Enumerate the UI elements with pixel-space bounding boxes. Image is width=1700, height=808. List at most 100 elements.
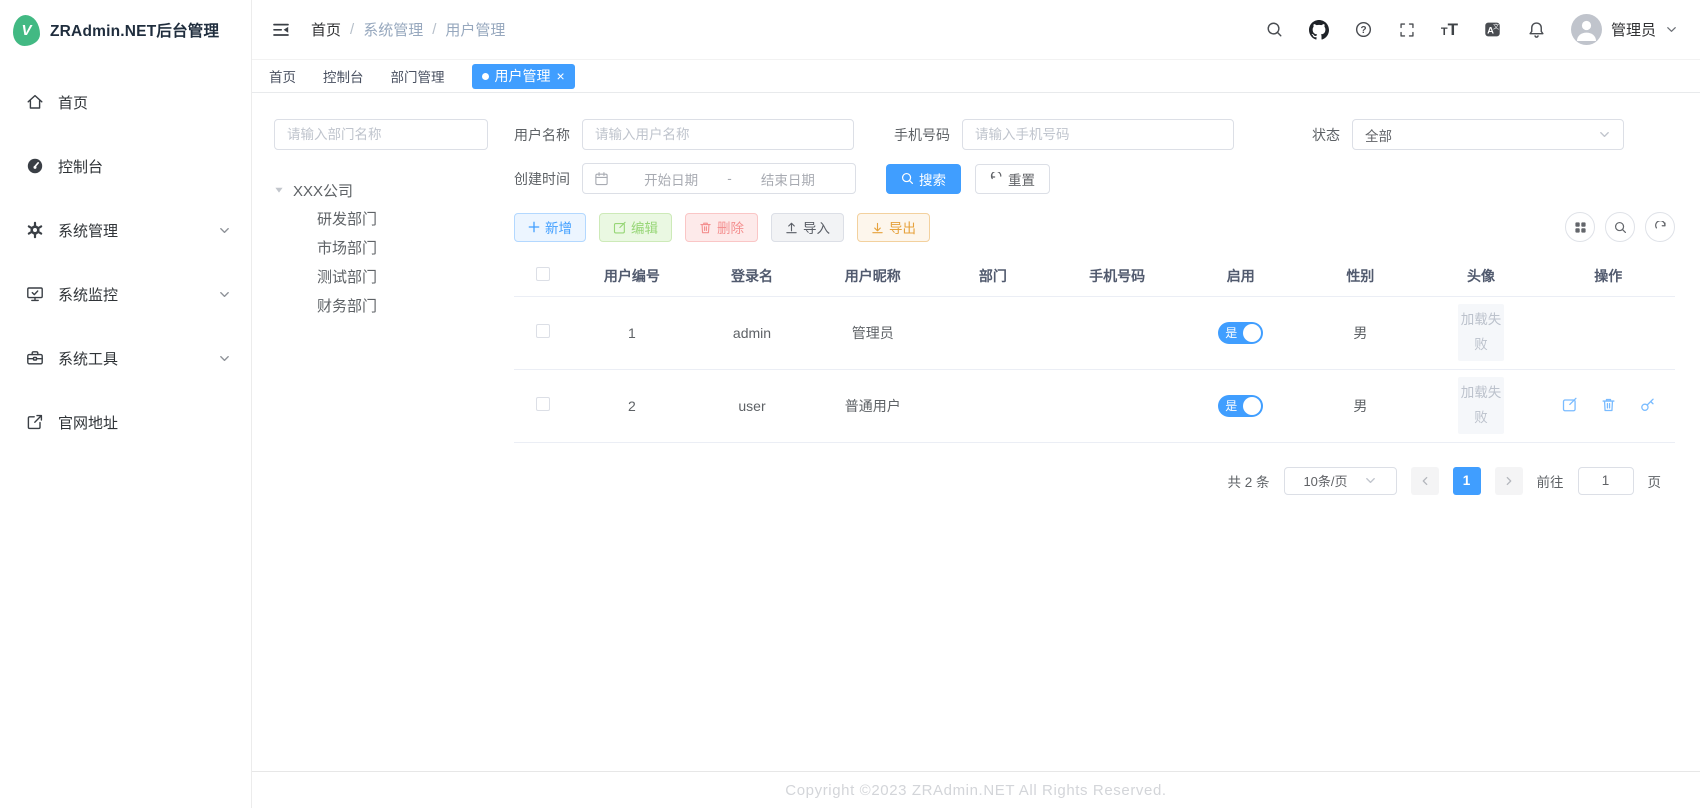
sidebar-item-home[interactable]: 首页 — [0, 70, 251, 134]
refresh-icon[interactable] — [1645, 212, 1675, 242]
breadcrumb-section[interactable]: 系统管理 — [363, 19, 423, 40]
table-header-row: 用户编号 登录名 用户昵称 部门 手机号码 启用 性别 头像 操作 — [514, 256, 1675, 296]
enabled-toggle[interactable]: 是 — [1218, 395, 1263, 417]
phone-filter-label: 手机号码 — [894, 125, 950, 145]
monitor-icon — [25, 284, 45, 304]
cell-nickname: 管理员 — [812, 296, 933, 369]
page-size-value: 10条/页 — [1303, 471, 1347, 490]
column-header: 操作 — [1541, 256, 1675, 296]
tab-bar: 首页 控制台 部门管理 用户管理 × — [252, 60, 1700, 93]
table-settings-group — [1565, 212, 1675, 242]
close-icon[interactable]: × — [557, 69, 565, 83]
enabled-toggle[interactable]: 是 — [1218, 322, 1263, 344]
user-table: 用户编号 登录名 用户昵称 部门 手机号码 启用 性别 头像 操作 1 — [514, 256, 1675, 443]
tab-dashboard[interactable]: 控制台 — [323, 66, 364, 86]
chevron-down-icon — [1598, 128, 1611, 141]
column-header: 部门 — [933, 256, 1053, 296]
app-logo[interactable]: V ZRAdmin.NET后台管理 — [0, 0, 251, 60]
dashboard-icon — [25, 156, 45, 176]
add-user-button[interactable]: 新增 — [514, 213, 586, 242]
calendar-icon — [594, 171, 609, 186]
breadcrumb-home[interactable]: 首页 — [311, 19, 341, 40]
bell-icon[interactable] — [1527, 20, 1546, 39]
sidebar-item-label: 系统监控 — [58, 284, 118, 305]
department-panel: XXX公司 研发部门 市场部门 测试部门 财务部门 — [274, 119, 488, 771]
status-filter-label: 状态 — [1312, 125, 1340, 145]
app-title: ZRAdmin.NET后台管理 — [50, 19, 219, 41]
goto-page-input[interactable] — [1578, 467, 1634, 495]
tree-node-label: XXX公司 — [293, 180, 353, 201]
breadcrumb-separator: / — [350, 21, 354, 38]
phone-filter-input[interactable] — [962, 119, 1234, 150]
search-icon[interactable] — [1265, 20, 1284, 39]
edit-user-button[interactable]: 编辑 — [599, 213, 672, 242]
fullscreen-icon[interactable] — [1398, 21, 1416, 39]
date-end-placeholder: 结束日期 — [732, 169, 844, 189]
status-select[interactable]: 全部 — [1352, 119, 1624, 150]
current-page-button[interactable]: 1 — [1453, 467, 1481, 495]
import-button[interactable]: 导入 — [771, 213, 844, 242]
svg-text:文: 文 — [1493, 23, 1499, 31]
sidebar-item-system-tools[interactable]: 系统工具 — [0, 326, 251, 390]
user-menu[interactable]: 管理员 — [1571, 14, 1678, 45]
search-icon[interactable] — [1605, 212, 1635, 242]
columns-grid-icon[interactable] — [1565, 212, 1595, 242]
status-select-value: 全部 — [1365, 125, 1392, 145]
sidebar-menu: 首页 控制台 系统管理 系统监控 — [0, 60, 251, 454]
sidebar-item-label: 首页 — [58, 92, 88, 113]
github-icon[interactable] — [1309, 20, 1329, 40]
column-header: 性别 — [1300, 256, 1421, 296]
chevron-down-icon — [218, 224, 231, 237]
tree-node-dept[interactable]: 研发部门 — [274, 205, 488, 234]
reset-button[interactable]: 重置 — [975, 164, 1050, 194]
language-icon[interactable]: A文 — [1483, 20, 1502, 39]
tab-home[interactable]: 首页 — [269, 66, 296, 86]
cell-login-name: user — [692, 369, 813, 442]
add-button-label: 新增 — [545, 217, 572, 237]
sidebar-item-website[interactable]: 官网地址 — [0, 390, 251, 454]
row-reset-password-key-icon[interactable] — [1640, 397, 1655, 412]
sidebar-item-system-monitor[interactable]: 系统监控 — [0, 262, 251, 326]
question-icon[interactable]: ? — [1354, 20, 1373, 39]
sidebar-collapse-icon[interactable] — [271, 20, 291, 40]
tree-node-company[interactable]: XXX公司 — [274, 175, 488, 205]
date-range-picker[interactable]: 开始日期 - 结束日期 — [582, 163, 856, 194]
row-checkbox[interactable] — [536, 324, 550, 338]
tree-node-dept[interactable]: 财务部门 — [274, 292, 488, 321]
prev-page-button[interactable] — [1411, 467, 1439, 495]
cell-nickname: 普通用户 — [812, 369, 933, 442]
page-size-select[interactable]: 10条/页 — [1284, 467, 1397, 495]
external-link-icon — [25, 412, 45, 432]
tree-node-dept[interactable]: 市场部门 — [274, 234, 488, 263]
tab-user-management[interactable]: 用户管理 × — [472, 64, 575, 89]
gear-icon — [25, 220, 45, 240]
page-footer: Copyright ©2023 ZRAdmin.NET All Rights R… — [252, 771, 1700, 808]
username-filter-input[interactable] — [582, 119, 854, 150]
date-start-placeholder: 开始日期 — [615, 169, 727, 189]
goto-unit-label: 页 — [1648, 471, 1662, 491]
font-size-icon[interactable]: TT — [1441, 21, 1458, 38]
chevron-down-icon — [1665, 23, 1678, 36]
department-search-input[interactable] — [274, 119, 488, 150]
column-header: 手机号码 — [1053, 256, 1182, 296]
search-button[interactable]: 搜索 — [886, 164, 961, 194]
toggle-on-label: 是 — [1225, 324, 1237, 341]
row-delete-icon[interactable] — [1601, 397, 1616, 412]
sidebar-item-label: 系统管理 — [58, 220, 118, 241]
username-label: 管理员 — [1611, 19, 1656, 40]
tab-dept-management[interactable]: 部门管理 — [391, 66, 445, 86]
tree-node-dept[interactable]: 测试部门 — [274, 263, 488, 292]
row-checkbox[interactable] — [536, 397, 550, 411]
next-page-button[interactable] — [1495, 467, 1523, 495]
cell-phone — [1053, 369, 1182, 442]
table-toolbar: 新增 编辑 删除 导入 导出 — [514, 212, 1675, 242]
select-all-checkbox[interactable] — [536, 267, 550, 281]
delete-user-button[interactable]: 删除 — [685, 213, 758, 242]
avatar-load-failed: 加载失败 — [1458, 377, 1504, 434]
row-edit-icon[interactable] — [1562, 397, 1577, 412]
sidebar-item-dashboard[interactable]: 控制台 — [0, 134, 251, 198]
status-filter-group: 状态 全部 — [1312, 119, 1624, 150]
sidebar-item-system-management[interactable]: 系统管理 — [0, 198, 251, 262]
import-button-label: 导入 — [803, 217, 830, 237]
export-button[interactable]: 导出 — [857, 213, 930, 242]
